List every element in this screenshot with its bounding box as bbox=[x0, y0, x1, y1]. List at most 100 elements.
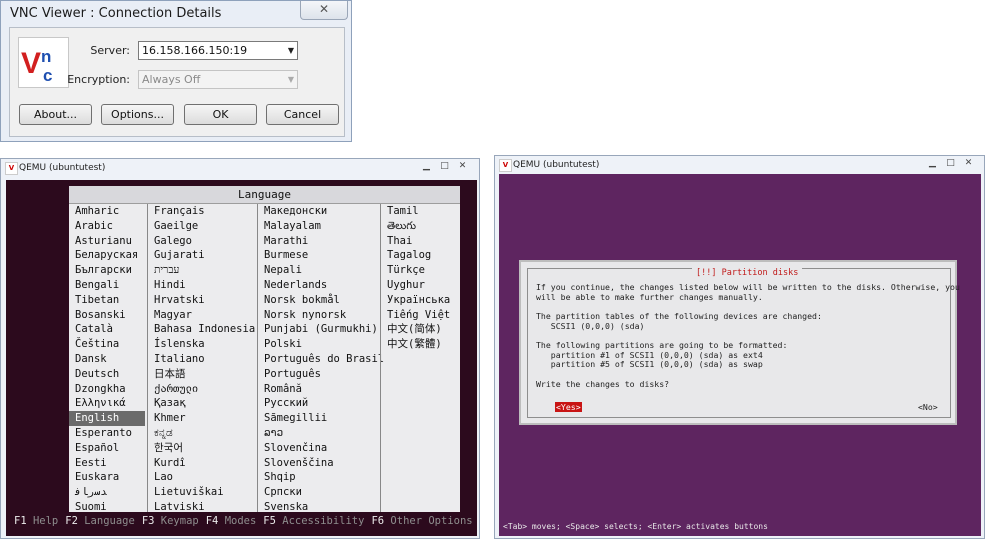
minimize-icon[interactable]: ▁ bbox=[419, 160, 434, 172]
close-icon[interactable]: ✕ bbox=[300, 1, 348, 20]
fkey-f3[interactable]: F3 bbox=[142, 515, 161, 527]
language-option[interactable]: Ελληνικά bbox=[69, 396, 145, 411]
language-option[interactable]: Norsk bokmål bbox=[258, 293, 378, 308]
language-option[interactable]: Lao bbox=[148, 470, 256, 485]
language-option[interactable]: Српски bbox=[258, 485, 378, 500]
language-option[interactable]: Kurdî bbox=[148, 456, 256, 471]
language-option[interactable]: Shqip bbox=[258, 470, 378, 485]
language-option[interactable]: 中文(简体) bbox=[381, 322, 460, 337]
language-option[interactable]: Slovenščina bbox=[258, 456, 378, 471]
language-option[interactable]: Thai bbox=[381, 234, 460, 249]
close-icon[interactable]: ✕ bbox=[455, 160, 470, 172]
language-option[interactable]: Bosanski bbox=[69, 308, 145, 323]
language-option[interactable]: Português bbox=[258, 367, 378, 382]
no-button[interactable]: <No> bbox=[918, 402, 938, 412]
language-option[interactable]: Gaeilge bbox=[148, 219, 256, 234]
language-option[interactable]: English bbox=[69, 411, 145, 426]
vnc-dialog-title: VNC Viewer : Connection Details bbox=[10, 6, 222, 21]
language-option[interactable]: Deutsch bbox=[69, 367, 145, 382]
fkey-f4[interactable]: F4 bbox=[206, 515, 225, 527]
language-option[interactable]: Slovenčina bbox=[258, 441, 378, 456]
language-option[interactable]: Hindi bbox=[148, 278, 256, 293]
yes-button[interactable]: <Yes> bbox=[555, 402, 582, 412]
language-option[interactable]: ລາວ bbox=[258, 426, 378, 441]
language-option[interactable]: Amharic bbox=[69, 204, 145, 219]
language-option[interactable]: Български bbox=[69, 263, 145, 278]
language-option[interactable]: Nepali bbox=[258, 263, 378, 278]
maximize-icon[interactable]: □ bbox=[437, 160, 452, 172]
language-option[interactable]: Қазақ bbox=[148, 396, 256, 411]
language-option[interactable]: Lietuviškai bbox=[148, 485, 256, 500]
language-option[interactable]: Eesti bbox=[69, 456, 145, 471]
language-option[interactable]: Čeština bbox=[69, 337, 145, 352]
fkey-f1[interactable]: F1 bbox=[14, 515, 33, 527]
close-icon[interactable]: ✕ bbox=[961, 157, 976, 169]
language-option[interactable]: Galego bbox=[148, 234, 256, 249]
language-option[interactable]: Asturianu bbox=[69, 234, 145, 249]
language-option[interactable]: ქართული bbox=[148, 382, 256, 397]
fkey-f2[interactable]: F2 bbox=[65, 515, 84, 527]
language-option[interactable]: Tiếng Việt bbox=[381, 308, 460, 323]
language-option[interactable]: Norsk nynorsk bbox=[258, 308, 378, 323]
maximize-icon[interactable]: □ bbox=[943, 157, 958, 169]
language-option[interactable]: Français bbox=[148, 204, 256, 219]
language-option[interactable]: 中文(繁體) bbox=[381, 337, 460, 352]
language-option[interactable]: Burmese bbox=[258, 248, 378, 263]
language-option[interactable]: ಕನ್ನಡ bbox=[148, 426, 256, 441]
language-option[interactable]: Magyar bbox=[148, 308, 256, 323]
ok-button[interactable]: OK bbox=[184, 104, 257, 125]
language-option[interactable]: Khmer bbox=[148, 411, 256, 426]
chevron-down-icon[interactable]: ▼ bbox=[288, 42, 294, 59]
language-option[interactable]: Esperanto bbox=[69, 426, 145, 441]
language-option[interactable]: Русский bbox=[258, 396, 378, 411]
language-option[interactable]: Suomi bbox=[69, 500, 145, 515]
language-option[interactable]: Punjabi (Gurmukhi) bbox=[258, 322, 378, 337]
language-option[interactable]: Dzongkha bbox=[69, 382, 145, 397]
language-option[interactable]: Latviski bbox=[148, 500, 256, 515]
language-option[interactable]: Nederlands bbox=[258, 278, 378, 293]
language-option[interactable]: Polski bbox=[258, 337, 378, 352]
language-option[interactable]: Italiano bbox=[148, 352, 256, 367]
about-button[interactable]: About... bbox=[19, 104, 92, 125]
language-menu: Language Amharic Arabic Asturianu Беларуска… bbox=[69, 186, 460, 515]
language-option[interactable]: Bengali bbox=[69, 278, 145, 293]
language-option[interactable]: Português do Brasil bbox=[258, 352, 384, 367]
language-option[interactable]: Arabic bbox=[69, 219, 145, 234]
language-option[interactable]: Uyghur bbox=[381, 278, 460, 293]
language-option[interactable]: Malayalam bbox=[258, 219, 378, 234]
language-option[interactable]: Svenska bbox=[258, 500, 378, 515]
language-option[interactable]: Gujarati bbox=[148, 248, 256, 263]
language-option[interactable]: 日本語 bbox=[148, 367, 256, 382]
language-option[interactable]: Română bbox=[258, 382, 378, 397]
fkey-f5[interactable]: F5 bbox=[263, 515, 282, 527]
language-option[interactable]: Türkçe bbox=[381, 263, 460, 278]
fkey-f6[interactable]: F6 bbox=[371, 515, 390, 527]
minimize-icon[interactable]: ▁ bbox=[925, 157, 940, 169]
partition-dialog: [!!] Partition disks If you continue, th… bbox=[519, 260, 960, 425]
cancel-button[interactable]: Cancel bbox=[266, 104, 339, 125]
language-option[interactable]: Hrvatski bbox=[148, 293, 256, 308]
language-option[interactable]: Tamil bbox=[381, 204, 460, 219]
language-option[interactable]: Català bbox=[69, 322, 145, 337]
language-option[interactable]: తెలుగు bbox=[381, 219, 460, 234]
language-option[interactable]: Беларуская bbox=[69, 248, 145, 263]
language-option[interactable]: Español bbox=[69, 441, 145, 456]
language-option[interactable]: עברית bbox=[148, 263, 256, 278]
language-column-3: Македонски Malayalam Marathi Burmese Nepali N… bbox=[258, 204, 384, 515]
language-option[interactable]: Bahasa Indonesia bbox=[148, 322, 256, 337]
server-combobox[interactable]: 16.158.166.150:19 ▼ bbox=[138, 41, 298, 60]
options-button[interactable]: Options... bbox=[101, 104, 174, 125]
language-option[interactable]: Euskara bbox=[69, 470, 145, 485]
language-option[interactable]: Македонски bbox=[258, 204, 378, 219]
language-option[interactable]: Українська bbox=[381, 293, 460, 308]
server-value: 16.158.166.150:19 bbox=[142, 44, 248, 57]
language-option[interactable]: Tibetan bbox=[69, 293, 145, 308]
language-option[interactable]: Marathi bbox=[258, 234, 378, 249]
language-option[interactable]: Íslenska bbox=[148, 337, 256, 352]
language-option[interactable]: 한국어 bbox=[148, 441, 256, 456]
language-option[interactable]: Dansk bbox=[69, 352, 145, 367]
language-option[interactable]: Sãmegillii bbox=[258, 411, 378, 426]
language-option[interactable]: ﺪﺳﺭﺎﻓ bbox=[69, 485, 145, 500]
fkey-label: Language bbox=[84, 515, 135, 527]
language-option[interactable]: Tagalog bbox=[381, 248, 460, 263]
